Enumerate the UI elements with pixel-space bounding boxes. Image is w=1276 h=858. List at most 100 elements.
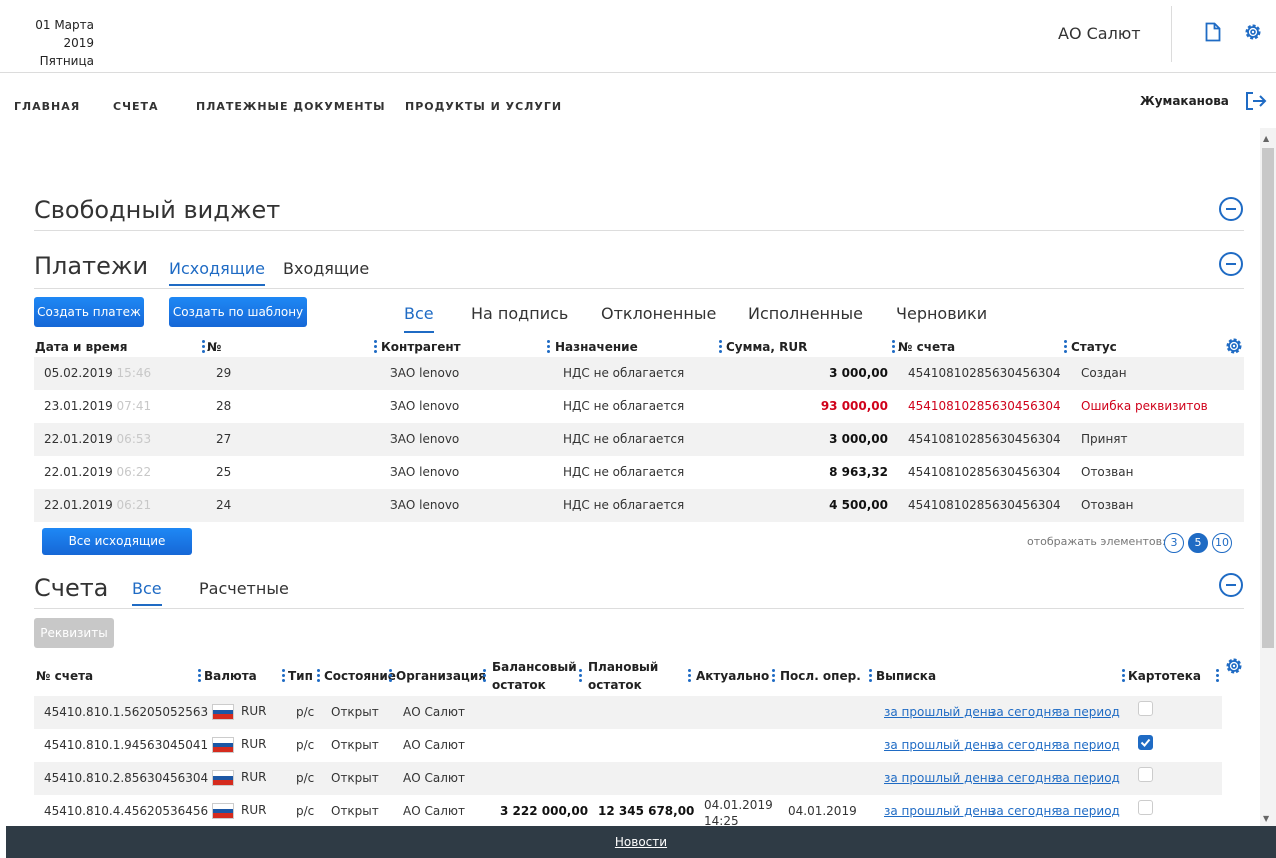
filter-rejected[interactable]: Отклоненные	[601, 304, 716, 323]
statement-yesterday-link[interactable]: за прошлый день	[884, 729, 995, 762]
column-resize-handle[interactable]	[317, 669, 320, 683]
statement-period-link[interactable]: за период	[1056, 762, 1120, 795]
cardfile-checkbox[interactable]	[1138, 735, 1153, 750]
column-resize-handle[interactable]	[483, 669, 486, 683]
column-header[interactable]: № счета	[898, 338, 955, 356]
cardfile-checkbox[interactable]	[1138, 800, 1153, 815]
column-header[interactable]: Организация	[396, 667, 486, 685]
table-row[interactable]: 45410.810.1.56205052563 RUR р/с Открыт А…	[34, 696, 1222, 729]
statement-yesterday-link[interactable]: за прошлый день	[884, 795, 995, 828]
nav-item-accounts[interactable]: СЧЕТА	[113, 100, 159, 113]
table-settings-icon[interactable]	[1224, 336, 1244, 356]
scroll-down-icon[interactable]: ▼	[1263, 814, 1269, 823]
statement-period-link[interactable]: за период	[1056, 795, 1120, 828]
payment-purpose: НДС не облагается	[563, 465, 685, 479]
cardfile-checkbox[interactable]	[1138, 767, 1153, 782]
tab-outgoing[interactable]: Исходящие	[169, 259, 266, 286]
table-settings-icon[interactable]	[1224, 656, 1244, 676]
statement-today-link[interactable]: за сегодня	[990, 762, 1059, 795]
user-name[interactable]: Жумаканова	[1140, 94, 1229, 108]
statement-today-link[interactable]: за сегодня	[990, 696, 1059, 729]
column-resize-handle[interactable]	[1122, 669, 1125, 683]
column-resize-handle[interactable]	[282, 669, 285, 683]
tab-all-accounts[interactable]: Все	[132, 579, 162, 606]
column-header[interactable]: Картотека	[1128, 667, 1201, 685]
all-outgoing-payments-button[interactable]: Все исходящие платежи	[42, 528, 192, 575]
page-size-option[interactable]: 5	[1188, 533, 1208, 553]
filter-all[interactable]: Все	[404, 304, 434, 333]
column-header[interactable]: Актуально	[696, 667, 769, 685]
column-resize-handle[interactable]	[688, 669, 691, 683]
column-header[interactable]: Дата и время	[35, 338, 127, 356]
column-header[interactable]: Тип	[288, 667, 313, 685]
statement-yesterday-link[interactable]: за прошлый день	[884, 762, 995, 795]
column-resize-handle[interactable]	[892, 340, 895, 354]
column-header[interactable]: Назначение	[555, 338, 638, 356]
filter-drafts[interactable]: Черновики	[896, 304, 987, 323]
table-row[interactable]: 22.01.2019 06:21 24 ЗАО lenovo НДС не об…	[34, 489, 1244, 522]
tab-incoming[interactable]: Входящие	[283, 259, 369, 278]
account-org: АО Салют	[403, 705, 465, 719]
column-header[interactable]: № счета	[36, 667, 93, 685]
nav-item-payment-docs[interactable]: ПЛАТЕЖНЫЕ ДОКУМЕНТЫ	[196, 100, 385, 113]
logout-icon[interactable]	[1245, 91, 1267, 111]
column-resize-handle[interactable]	[198, 669, 201, 683]
settings-icon[interactable]	[1243, 22, 1263, 42]
column-header[interactable]: Валюта	[204, 667, 257, 685]
statement-yesterday-link[interactable]: за прошлый день	[884, 696, 995, 729]
nav-item-products[interactable]: ПРОДУКТЫ И УСЛУГИ	[405, 100, 562, 113]
column-header[interactable]: Состояние	[324, 667, 396, 685]
page-size-option[interactable]: 3	[1164, 533, 1184, 553]
column-header[interactable]: №	[207, 338, 221, 356]
column-resize-handle[interactable]	[579, 669, 582, 683]
create-payment-button[interactable]: Создать платеж	[34, 297, 144, 327]
news-link[interactable]: Новости	[615, 835, 667, 849]
table-row[interactable]: 23.01.2019 07:41 28 ЗАО lenovo НДС не об…	[34, 390, 1244, 423]
table-row[interactable]: 45410.810.2.85630456304 RUR р/с Открыт А…	[34, 762, 1222, 795]
column-header[interactable]: Посл. опер.	[780, 667, 861, 685]
create-from-template-button[interactable]: Создать по шаблону	[169, 297, 307, 327]
requisites-button[interactable]: Реквизиты	[34, 618, 114, 648]
statement-today-link[interactable]: за сегодня	[990, 795, 1059, 828]
column-resize-handle[interactable]	[389, 669, 392, 683]
column-resize-handle[interactable]	[869, 669, 872, 683]
scroll-thumb[interactable]	[1262, 148, 1274, 648]
table-row[interactable]: 22.01.2019 06:22 25 ЗАО lenovo НДС не об…	[34, 456, 1244, 489]
tab-settlement-accounts[interactable]: Расчетные	[199, 579, 289, 598]
account-org: АО Салют	[403, 804, 465, 818]
filter-executed[interactable]: Исполненные	[748, 304, 863, 323]
column-resize-handle[interactable]	[1216, 669, 1219, 683]
column-resize-handle[interactable]	[772, 669, 775, 683]
account-type: р/с	[296, 771, 315, 785]
column-header[interactable]: Контрагент	[381, 338, 461, 356]
table-row[interactable]: 45410.810.4.45620536456 RUR р/с Открыт А…	[34, 795, 1222, 828]
column-resize-handle[interactable]	[719, 340, 722, 354]
table-row[interactable]: 45410.810.1.94563045041 RUR р/с Открыт А…	[34, 729, 1222, 762]
table-row[interactable]: 22.01.2019 06:53 27 ЗАО lenovo НДС не об…	[34, 423, 1244, 456]
table-row[interactable]: 05.02.2019 15:46 29 ЗАО lenovo НДС не об…	[34, 357, 1244, 390]
document-icon[interactable]	[1205, 22, 1221, 42]
column-header[interactable]: Статус	[1071, 338, 1117, 356]
column-resize-handle[interactable]	[374, 340, 377, 354]
column-resize-handle[interactable]	[547, 340, 550, 354]
filter-to-sign[interactable]: На подпись	[471, 304, 568, 323]
column-header[interactable]: Сумма, RUR	[726, 338, 807, 356]
column-resize-handle[interactable]	[202, 340, 205, 354]
statement-period-link[interactable]: за период	[1056, 729, 1120, 762]
collapse-icon[interactable]	[1219, 252, 1243, 276]
statement-today-link[interactable]: за сегодня	[990, 729, 1059, 762]
nav-item-home[interactable]: ГЛАВНАЯ	[14, 100, 80, 113]
column-resize-handle[interactable]	[1064, 340, 1067, 354]
collapse-icon[interactable]	[1219, 197, 1243, 221]
collapse-icon[interactable]	[1219, 573, 1243, 597]
statement-period-link[interactable]: за период	[1056, 696, 1120, 729]
organization-name[interactable]: АО Салют	[1058, 24, 1141, 43]
page-size-option[interactable]: 10	[1212, 533, 1232, 553]
column-header[interactable]: Выписка	[876, 667, 936, 685]
payment-purpose: НДС не облагается	[563, 498, 685, 512]
column-header[interactable]: Плановый остаток	[588, 658, 658, 694]
cardfile-checkbox[interactable]	[1138, 701, 1153, 716]
scroll-up-icon[interactable]: ▲	[1263, 134, 1269, 143]
column-header[interactable]: Балансовый остаток	[492, 658, 577, 694]
page-scrollbar[interactable]: ▲ ▼	[1260, 128, 1276, 828]
